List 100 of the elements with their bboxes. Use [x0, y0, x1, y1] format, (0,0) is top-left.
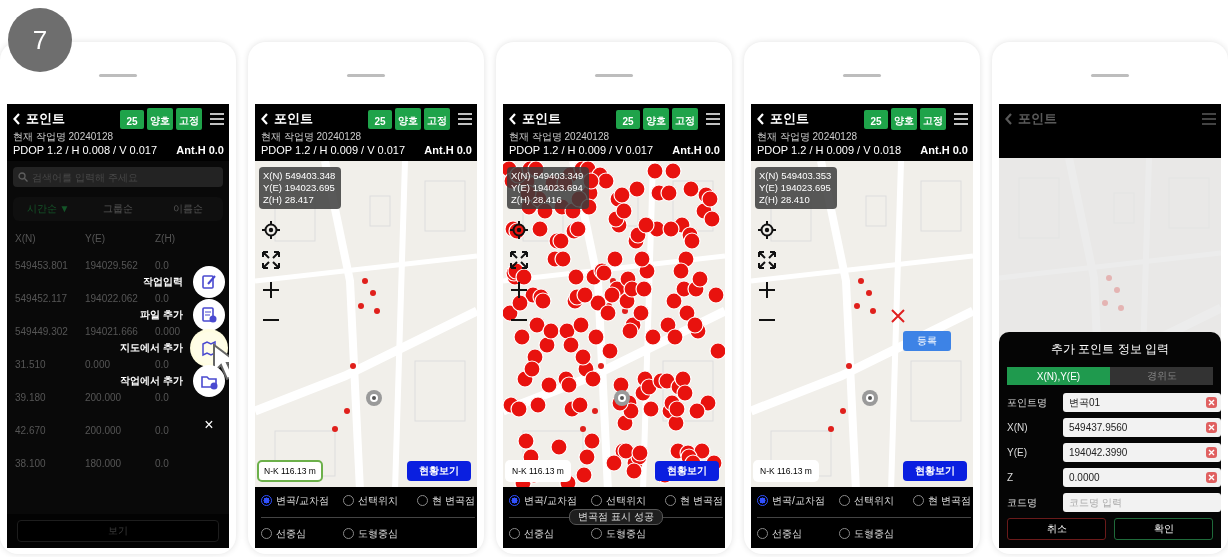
- table-cell-text: 549453.801: [15, 260, 69, 271]
- screen-title: 포인트: [26, 110, 65, 128]
- back-icon[interactable]: [509, 113, 517, 125]
- table-cell-text: 0.0: [155, 260, 170, 271]
- search-icon: [18, 172, 28, 182]
- step-number-badge: 7: [8, 8, 72, 72]
- coordinate-text: Z(H) 28.416: [511, 194, 563, 206]
- option-label: 도형중심: [606, 526, 646, 541]
- table-cell-text: 39.180: [15, 392, 47, 403]
- status-badge: 25: [368, 109, 392, 129]
- locate-icon[interactable]: [262, 221, 280, 239]
- menu-icon[interactable]: [954, 113, 968, 125]
- radio-button[interactable]: [757, 495, 768, 506]
- option-label: 도형중심: [358, 526, 398, 541]
- precision-text: PDOP 1.2 / H 0.009 / V 0.017: [509, 143, 654, 158]
- zoom-in-icon[interactable]: [758, 281, 776, 299]
- map-drawing[interactable]: [255, 161, 477, 487]
- coordinate-text: Z(H) 28.410: [759, 194, 811, 206]
- status-badge: 25: [864, 109, 888, 129]
- edit-icon: [199, 272, 219, 292]
- x-mark-icon: [891, 309, 905, 323]
- table-cell-text: 194029.562: [85, 260, 139, 271]
- option-label: 선택위치: [854, 493, 894, 508]
- option-label: 선택위치: [606, 493, 646, 508]
- confirm-button[interactable]: 확인: [1114, 518, 1213, 540]
- zoom-in-icon[interactable]: [510, 281, 528, 299]
- back-icon[interactable]: [757, 113, 765, 125]
- tab[interactable]: 경위도: [1110, 367, 1213, 385]
- fab-button[interactable]: [193, 266, 225, 298]
- map-scale: N-K 116.13 m: [257, 460, 323, 482]
- menu-icon[interactable]: [458, 113, 472, 125]
- antenna-height: Ant.H 0.0: [672, 143, 720, 158]
- speaker-slot: [843, 74, 881, 77]
- expand-icon[interactable]: [758, 251, 776, 269]
- input-field[interactable]: 549437.9560: [1063, 418, 1221, 437]
- tab[interactable]: X(N),Y(E): [1007, 367, 1110, 385]
- back-icon[interactable]: [261, 113, 269, 125]
- option-label: 도형중심: [854, 526, 894, 541]
- speaker-slot: [1091, 74, 1129, 77]
- expand-icon[interactable]: [262, 251, 280, 269]
- table-cell-text: 0.000: [85, 359, 112, 370]
- clear-icon[interactable]: [1206, 397, 1217, 408]
- coordinate-text: Z(H) 28.417: [263, 194, 315, 206]
- field-label: Y(E): [1007, 447, 1028, 458]
- antenna-height: Ant.H 0.0: [424, 143, 472, 158]
- clear-icon[interactable]: [1206, 422, 1217, 433]
- option-label: 변곡/교차점: [276, 493, 329, 508]
- table-cell-text: 38.100: [15, 458, 47, 469]
- map-drawing[interactable]: [503, 161, 725, 487]
- input-field[interactable]: 변곡01: [1063, 393, 1221, 412]
- menu-icon[interactable]: [706, 113, 720, 125]
- status-view-button[interactable]: 현황보기: [655, 461, 719, 481]
- status-badge: 고정: [920, 108, 946, 130]
- screen-title: 포인트: [274, 110, 313, 128]
- speaker-slot: [595, 74, 633, 77]
- locate-icon[interactable]: [758, 221, 776, 239]
- document-icon: [199, 305, 219, 325]
- input-field[interactable]: 0.0000: [1063, 468, 1221, 487]
- precision-text: PDOP 1.2 / H 0.009 / V 0.017: [261, 143, 406, 158]
- locate-icon[interactable]: [510, 221, 528, 239]
- table-cell-text: 194021.666: [85, 326, 139, 337]
- column-header: Y(E): [85, 232, 106, 244]
- table-cell-text: 194022.062: [85, 293, 139, 304]
- radio-button[interactable]: [509, 495, 520, 506]
- location-target-icon: [613, 389, 631, 407]
- fab-button[interactable]: [193, 299, 225, 331]
- close-button[interactable]: ×: [204, 416, 214, 434]
- zoom-in-icon[interactable]: [262, 281, 280, 299]
- status-view-button[interactable]: 현황보기: [903, 461, 967, 481]
- status-badge: 양호: [395, 108, 421, 130]
- status-badge: 25: [120, 109, 144, 129]
- job-name: 현재 작업명 20240128: [261, 131, 363, 143]
- location-target-icon: [365, 389, 383, 407]
- radio-button[interactable]: [261, 495, 272, 506]
- register-button[interactable]: 등록: [903, 331, 951, 351]
- status-badge: 고정: [672, 108, 698, 130]
- status-badge: 25: [616, 109, 640, 129]
- input-field[interactable]: 코드명 입력: [1063, 493, 1221, 512]
- precision-text: PDOP 1.2 / H 0.009 / V 0.018: [757, 143, 902, 158]
- job-name: 현재 작업명 20240128: [757, 131, 859, 143]
- option-label: 현 변곡점: [928, 493, 971, 508]
- status-badge: 고정: [424, 108, 450, 130]
- fab-button[interactable]: [193, 365, 225, 397]
- expand-icon[interactable]: [510, 251, 528, 269]
- option-label: 선중심: [276, 526, 306, 541]
- speaker-slot: [99, 74, 137, 77]
- option-label: 선택위치: [358, 493, 398, 508]
- status-view-button[interactable]: 현황보기: [407, 461, 471, 481]
- cancel-button[interactable]: 취소: [1007, 518, 1106, 540]
- menu-icon[interactable]: [210, 113, 224, 125]
- coordinate-text: X(N) 549403.348: [263, 170, 336, 182]
- clear-icon[interactable]: [1206, 472, 1217, 483]
- table-cell-text: 0.0: [155, 458, 170, 469]
- field-label: Z: [1007, 472, 1015, 483]
- map-drawing[interactable]: [751, 161, 973, 487]
- success-toast: 변곡점 표시 성공: [569, 509, 663, 525]
- status-badge: 양호: [643, 108, 669, 130]
- back-icon[interactable]: [13, 113, 21, 125]
- clear-icon[interactable]: [1206, 447, 1217, 458]
- input-field[interactable]: 194042.3990: [1063, 443, 1221, 462]
